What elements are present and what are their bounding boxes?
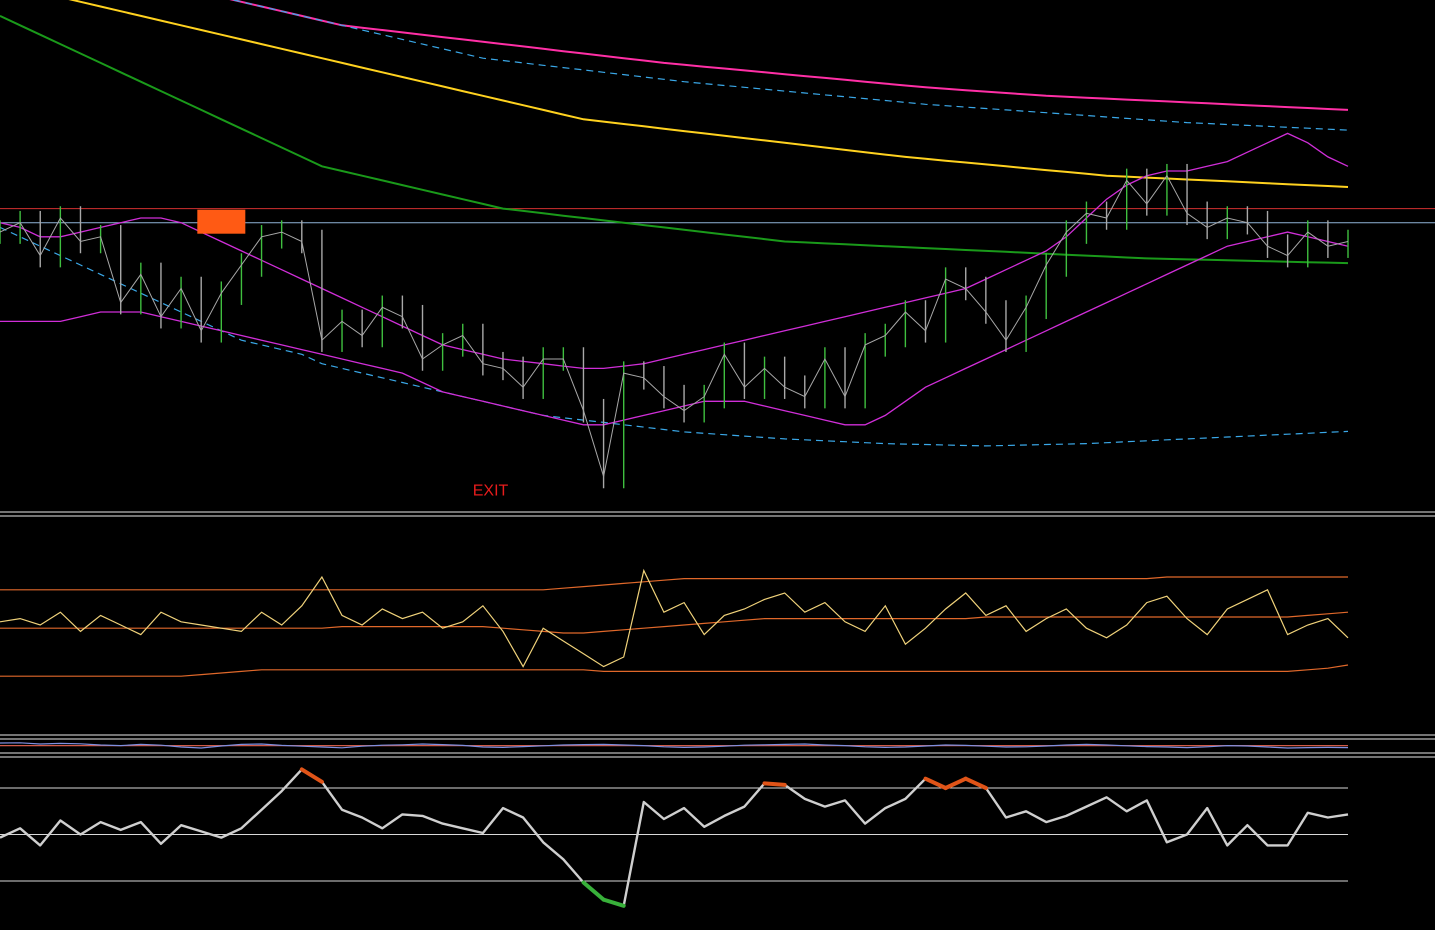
overbought-segment — [762, 781, 787, 787]
oscillator-band-upper-line — [0, 576, 1348, 591]
env-upper-line — [0, 132, 1349, 370]
exit-label: EXIT — [473, 482, 509, 499]
momentum-line — [0, 768, 1349, 907]
ma-yellow-line — [68, 0, 1349, 188]
oversold-segment — [581, 880, 606, 902]
momentum-panel — [0, 767, 1349, 908]
oscillator-band-mid-line — [0, 611, 1349, 634]
mini-indicator-panel — [0, 742, 1349, 749]
overbought-segment — [963, 776, 988, 790]
price-panel: EXIT — [0, 0, 1435, 499]
band-lower-line — [0, 226, 1349, 447]
oscillator-panel — [0, 568, 1349, 677]
overbought-segment — [943, 776, 968, 790]
oscillator-band-lower-line — [0, 664, 1349, 677]
oversold-segment — [601, 897, 626, 908]
ma-pink-line — [229, 0, 1349, 111]
overbought-segment — [299, 767, 324, 784]
overbought-segment — [923, 776, 948, 790]
trading-chart: EXIT — [0, 0, 1435, 908]
signal-marker — [197, 209, 246, 234]
oscillator-line — [0, 568, 1349, 668]
